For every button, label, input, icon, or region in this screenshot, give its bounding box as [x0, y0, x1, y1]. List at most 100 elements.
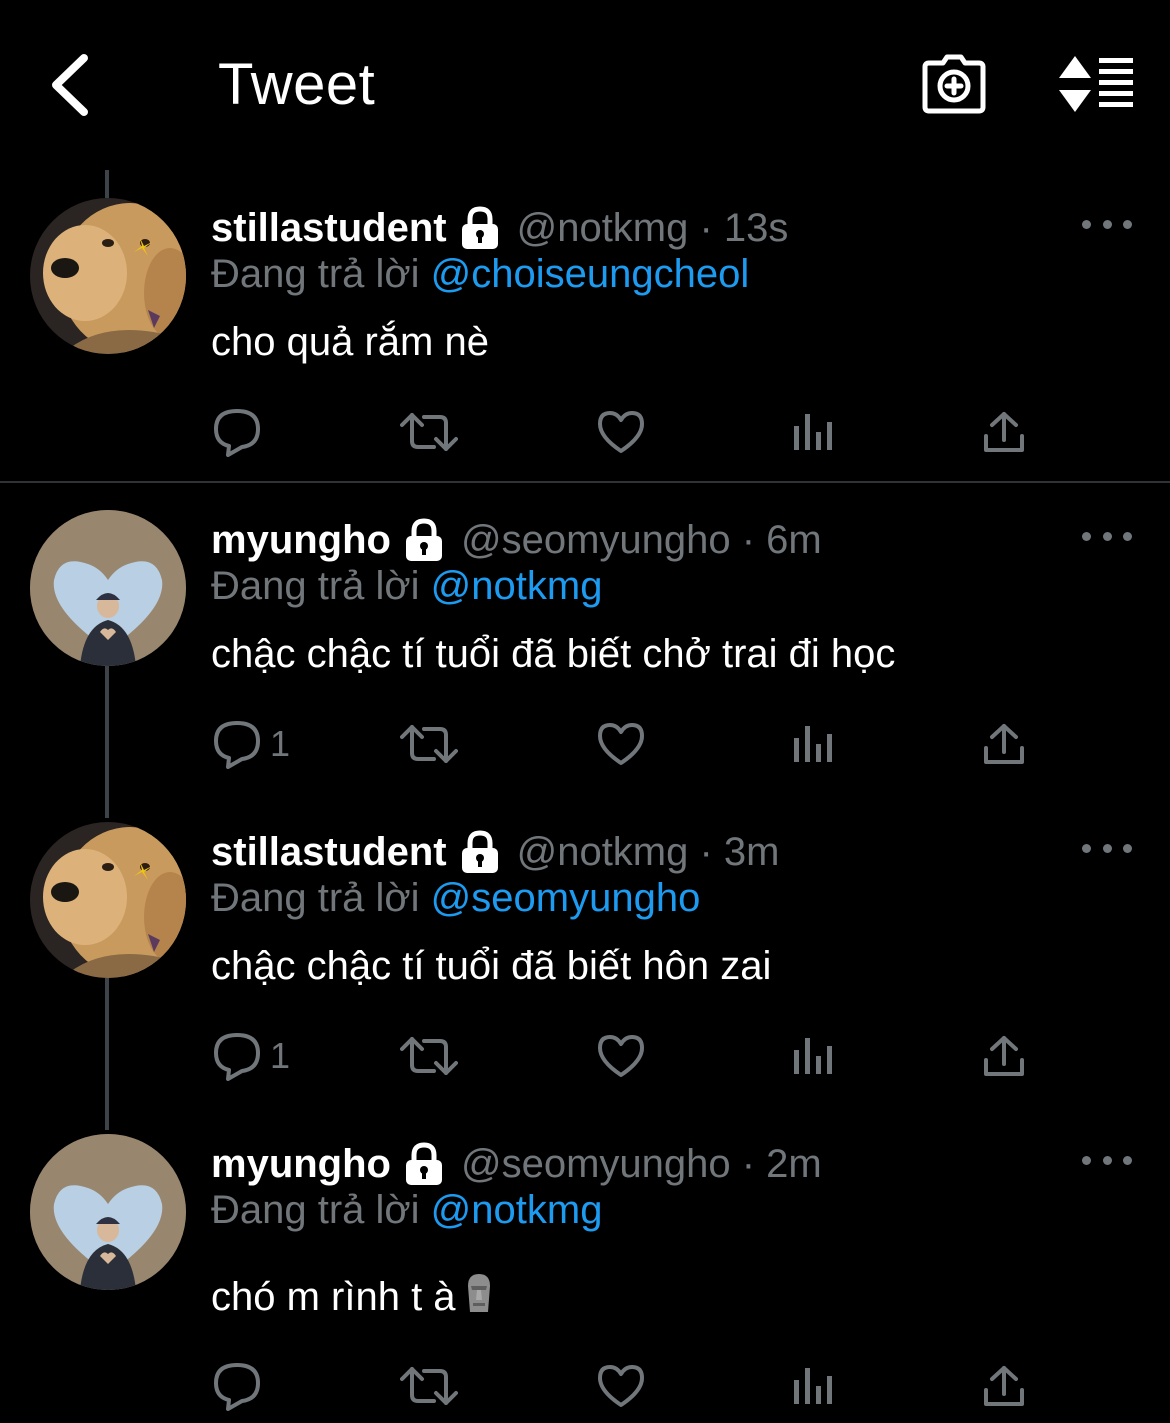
analytics-button[interactable]: [792, 714, 834, 774]
more-options-button[interactable]: [1082, 212, 1132, 236]
person-avatar-image: [30, 510, 186, 666]
avatar[interactable]: [30, 1134, 186, 1290]
analytics-icon: [794, 1368, 832, 1404]
chevron-left-icon: [52, 54, 88, 116]
heart-icon: [598, 723, 644, 765]
display-name[interactable]: myungho: [211, 1142, 391, 1187]
reply-button[interactable]: [212, 1356, 262, 1416]
reply-button[interactable]: [212, 402, 262, 462]
tweet-text: chậc chậc tí tuổi đã biết chở trai đi họ…: [211, 632, 896, 676]
avatar[interactable]: [30, 822, 186, 978]
reply-icon: [214, 1033, 260, 1081]
sort-lines-icon: [1059, 56, 1133, 112]
lock-icon: [405, 1142, 442, 1185]
reply-icon: [214, 1363, 260, 1411]
moai-emoji-icon: [467, 1274, 490, 1312]
camera-button[interactable]: [916, 46, 992, 122]
sort-button[interactable]: [1052, 46, 1142, 122]
retweet-button[interactable]: [400, 714, 458, 774]
analytics-button[interactable]: [792, 402, 834, 462]
display-name[interactable]: myungho: [211, 518, 391, 563]
avatar[interactable]: [30, 510, 186, 666]
heart-icon: [598, 1365, 644, 1407]
page-title: Tweet: [218, 52, 376, 117]
tweet-text: chó m rình t à: [211, 1275, 456, 1319]
reply-icon: [214, 409, 260, 457]
like-button[interactable]: [596, 714, 646, 774]
share-button[interactable]: [982, 1356, 1026, 1416]
tweet-header: myungho @seomyungho · 6m: [211, 514, 822, 566]
handle-and-time: @seomyungho · 6m: [460, 517, 822, 562]
top-bar: Tweet: [0, 0, 1170, 170]
share-icon: [984, 412, 1024, 452]
retweet-button[interactable]: [400, 1026, 458, 1086]
mention-link[interactable]: @seomyungho: [431, 876, 701, 920]
share-icon: [984, 1366, 1024, 1406]
display-name[interactable]: stillastudent: [211, 830, 447, 875]
analytics-icon: [794, 1038, 832, 1074]
reply-button[interactable]: 1: [212, 714, 290, 774]
share-button[interactable]: [982, 402, 1026, 462]
replying-to: Đang trả lời @notkmg: [211, 564, 602, 609]
action-bar: [0, 1356, 1170, 1416]
lock-icon: [461, 206, 498, 249]
replying-to-label: Đang trả lời: [211, 876, 420, 920]
share-icon: [984, 1036, 1024, 1076]
mention-link[interactable]: @choiseungcheol: [431, 252, 750, 296]
replying-to: Đang trả lời @choiseungcheol: [211, 252, 749, 297]
lock-icon: [461, 830, 498, 873]
dog-avatar-image: [30, 822, 186, 978]
retweet-icon: [400, 1367, 458, 1405]
retweet-icon: [400, 725, 458, 763]
retweet-icon: [400, 1037, 458, 1075]
retweet-button[interactable]: [400, 1356, 458, 1416]
retweet-button[interactable]: [400, 402, 458, 462]
like-button[interactable]: [596, 402, 646, 462]
like-button[interactable]: [596, 1356, 646, 1416]
tweet-text: chậc chậc tí tuổi đã biết hôn zai: [211, 944, 772, 988]
action-bar: 1: [0, 1026, 1170, 1086]
more-options-button[interactable]: [1082, 836, 1132, 860]
heart-icon: [598, 411, 644, 453]
divider: [0, 481, 1170, 483]
mention-link[interactable]: @notkmg: [431, 1188, 603, 1232]
heart-icon: [598, 1035, 644, 1077]
analytics-icon: [794, 414, 832, 450]
more-options-button[interactable]: [1082, 524, 1132, 548]
handle-and-time: @seomyungho · 2m: [460, 1141, 822, 1186]
person-avatar-image: [30, 1134, 186, 1290]
share-icon: [984, 724, 1024, 764]
reply-button[interactable]: 1: [212, 1026, 290, 1086]
camera-plus-icon: [922, 54, 986, 114]
replying-to-label: Đang trả lời: [211, 1188, 420, 1232]
display-name[interactable]: stillastudent: [211, 206, 447, 251]
action-bar: 1: [0, 714, 1170, 774]
lock-icon: [405, 518, 442, 561]
thread-line-top: [105, 170, 109, 198]
dog-avatar-image: [30, 198, 186, 354]
share-button[interactable]: [982, 1026, 1026, 1086]
share-button[interactable]: [982, 714, 1026, 774]
analytics-icon: [794, 726, 832, 762]
retweet-icon: [400, 413, 458, 451]
reply-icon: [214, 721, 260, 769]
reply-count: 1: [270, 723, 291, 764]
mention-link[interactable]: @notkmg: [431, 564, 603, 608]
back-button[interactable]: [30, 40, 110, 130]
tweet-header: myungho @seomyungho · 2m: [211, 1138, 822, 1190]
replying-to: Đang trả lời @seomyungho: [211, 876, 700, 921]
reply-count: 1: [270, 1035, 291, 1076]
handle-and-time: @notkmg · 13s: [516, 205, 789, 250]
tweet-header: stillastudent @notkmg · 3m: [211, 826, 779, 878]
tweet-text-container: chó m rình t à: [211, 1272, 494, 1320]
handle-and-time: @notkmg · 3m: [516, 829, 780, 874]
analytics-button[interactable]: [792, 1026, 834, 1086]
avatar[interactable]: [30, 198, 186, 354]
action-bar: [0, 402, 1170, 462]
tweet-text: cho quả rắm nè: [211, 320, 489, 364]
tweet-header: stillastudent @notkmg · 13s: [211, 202, 788, 254]
replying-to-label: Đang trả lời: [211, 252, 420, 296]
like-button[interactable]: [596, 1026, 646, 1086]
more-options-button[interactable]: [1082, 1148, 1132, 1172]
analytics-button[interactable]: [792, 1356, 834, 1416]
